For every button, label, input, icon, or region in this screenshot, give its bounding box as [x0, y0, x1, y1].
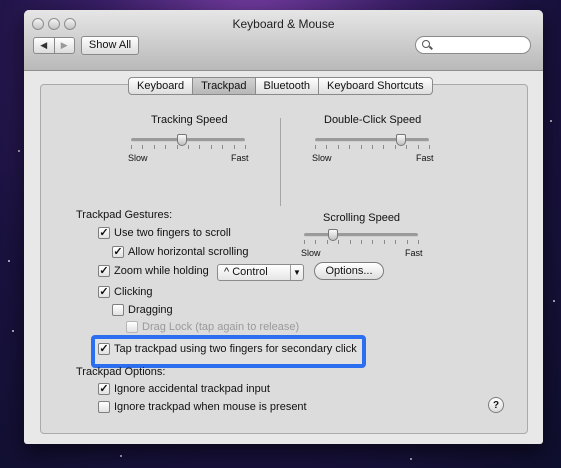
- slider-tick: [372, 145, 373, 149]
- drag-lock-label: Drag Lock (tap again to release): [142, 321, 300, 333]
- slider-tick: [338, 240, 340, 244]
- slider-tick: [222, 145, 224, 149]
- drag-lock-checkbox: [126, 321, 138, 333]
- tab-keyboard-shortcuts[interactable]: Keyboard Shortcuts: [318, 78, 432, 94]
- scrolling-speed-max: Fast: [405, 248, 423, 258]
- show-all-button[interactable]: Show All: [81, 36, 139, 55]
- slider-tick: [337, 145, 339, 149]
- scrolling-speed-thumb[interactable]: [327, 229, 338, 241]
- tab-bar: Keyboard Trackpad Bluetooth Keyboard Sho…: [128, 77, 433, 95]
- slider-tick: [188, 145, 189, 149]
- options-heading: Trackpad Options:: [76, 366, 166, 378]
- search-input[interactable]: [415, 36, 531, 54]
- tab-panel: [40, 84, 528, 434]
- forward-button[interactable]: ▶: [53, 38, 75, 53]
- tracking-speed-label: Tracking Speed: [151, 114, 228, 126]
- double-click-speed-track[interactable]: [315, 138, 429, 142]
- slider-tick: [360, 145, 362, 149]
- secondary-click-label: Tap trackpad using two fingers for secon…: [114, 343, 357, 355]
- tracking-speed-max: Fast: [231, 153, 249, 163]
- slider-tick: [361, 240, 362, 244]
- zoom-modifier-value: ^ Control: [224, 266, 268, 278]
- slider-tick: [315, 145, 316, 149]
- slider-tick: [304, 240, 305, 244]
- ignore-mouse-checkbox[interactable]: [98, 401, 110, 413]
- star: [120, 455, 122, 457]
- slider-tick: [315, 240, 317, 244]
- window-title: Keyboard & Mouse: [232, 17, 335, 31]
- star: [12, 330, 14, 332]
- dragging-label: Dragging: [128, 304, 173, 316]
- slider-tick: [406, 240, 408, 244]
- slider-tick: [199, 145, 201, 149]
- slider-tick: [210, 145, 212, 149]
- slider-tick: [131, 145, 132, 149]
- tab-trackpad[interactable]: Trackpad: [192, 78, 255, 94]
- slider-tick: [165, 145, 167, 149]
- back-button[interactable]: ◀: [34, 38, 54, 53]
- scrolling-speed-track[interactable]: [304, 233, 418, 237]
- double-click-speed-thumb[interactable]: [395, 134, 406, 146]
- zoom-options-button[interactable]: Options...: [314, 262, 384, 280]
- ignore-accidental-label: Ignore accidental trackpad input: [114, 383, 270, 395]
- dragging-checkbox[interactable]: [112, 304, 124, 316]
- star: [410, 458, 412, 460]
- star: [550, 120, 552, 122]
- slider-tick: [245, 145, 246, 149]
- zoom-label: Zoom while holding: [114, 265, 209, 277]
- tracking-speed-track[interactable]: [131, 138, 245, 142]
- slider-tick: [394, 145, 396, 149]
- slider-tick: [176, 145, 178, 149]
- double-click-speed-max: Fast: [416, 153, 434, 163]
- horizontal-scroll-label: Allow horizontal scrolling: [128, 246, 249, 258]
- search-icon: [422, 40, 430, 48]
- slider-tick: [395, 240, 397, 244]
- help-button[interactable]: ?: [488, 397, 504, 413]
- scrolling-speed-min: Slow: [301, 248, 321, 258]
- slider-tick: [406, 145, 408, 149]
- clicking-checkbox[interactable]: ✓: [98, 286, 110, 298]
- two-finger-scroll-checkbox[interactable]: ✓: [98, 227, 110, 239]
- double-click-speed-label: Double-Click Speed: [324, 114, 422, 126]
- tracking-speed-min: Slow: [128, 153, 148, 163]
- titlebar: Keyboard & Mouse ◀ ▶ Show All: [24, 10, 543, 71]
- slider-tick: [233, 145, 235, 149]
- clicking-label: Clicking: [114, 286, 153, 298]
- slider-tick: [372, 240, 374, 244]
- gestures-heading: Trackpad Gestures:: [76, 209, 173, 221]
- two-finger-scroll-label: Use two fingers to scroll: [114, 227, 231, 239]
- tab-keyboard[interactable]: Keyboard: [129, 78, 192, 94]
- double-click-speed-min: Slow: [312, 153, 332, 163]
- ignore-accidental-checkbox[interactable]: ✓: [98, 383, 110, 395]
- chevron-down-icon: ▼: [290, 265, 303, 280]
- slider-tick: [349, 240, 351, 244]
- tab-bluetooth[interactable]: Bluetooth: [254, 78, 318, 94]
- zoom-modifier-select[interactable]: ^ Control ▼: [217, 264, 304, 281]
- slider-tick: [417, 145, 419, 149]
- slider-tick: [153, 145, 155, 149]
- slider-tick: [349, 145, 351, 149]
- slider-tick: [326, 240, 328, 244]
- speed-divider: [280, 118, 281, 206]
- slider-tick: [383, 240, 385, 244]
- preferences-window: Keyboard & Mouse ◀ ▶ Show All Keyboard T…: [24, 10, 543, 444]
- ignore-mouse-label: Ignore trackpad when mouse is present: [114, 401, 307, 413]
- nav-buttons: ◀ ▶: [33, 37, 75, 54]
- slider-tick: [429, 145, 430, 149]
- star: [18, 150, 20, 152]
- horizontal-scroll-checkbox[interactable]: ✓: [112, 246, 124, 258]
- secondary-click-checkbox[interactable]: ✓: [98, 343, 110, 355]
- slider-tick: [142, 145, 144, 149]
- slider-tick: [383, 145, 385, 149]
- slider-tick: [326, 145, 328, 149]
- scrolling-speed-label: Scrolling Speed: [323, 212, 401, 224]
- star: [8, 260, 10, 262]
- zoom-checkbox[interactable]: ✓: [98, 265, 110, 277]
- star: [553, 300, 555, 302]
- slider-tick: [418, 240, 419, 244]
- tracking-speed-thumb[interactable]: [177, 134, 188, 146]
